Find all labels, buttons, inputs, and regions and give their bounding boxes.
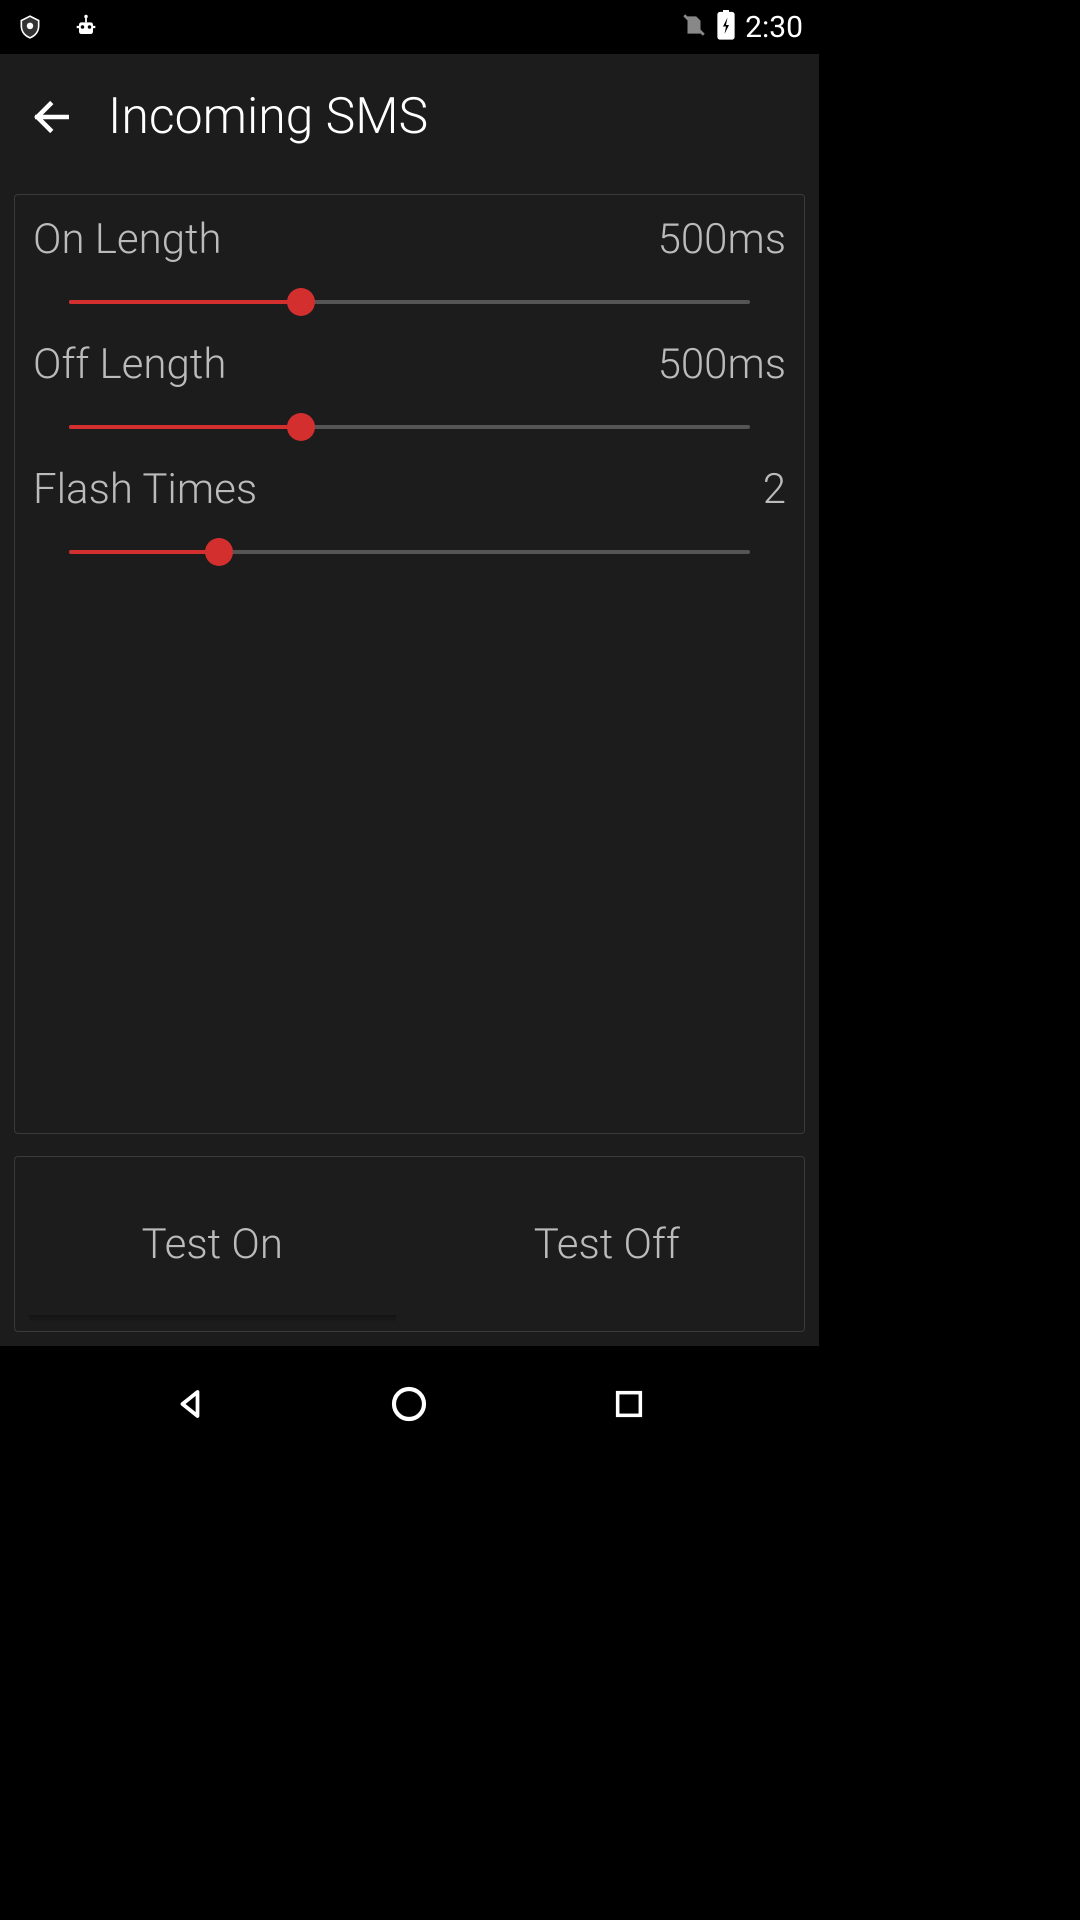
- shield-icon: [16, 13, 44, 41]
- flash-times-slider[interactable]: [33, 532, 786, 572]
- test-buttons-card: Test On Test Off: [14, 1156, 805, 1332]
- square-recent-icon: [612, 1387, 646, 1421]
- settings-card: On Length 500ms Off Length 500ms: [14, 194, 805, 1134]
- flash-times-value: 2: [763, 465, 786, 514]
- navigation-bar: [0, 1352, 819, 1456]
- app-bar: Incoming SMS: [0, 54, 819, 180]
- on-length-row: On Length 500ms: [33, 215, 786, 322]
- test-on-button[interactable]: Test On: [15, 1157, 410, 1331]
- off-length-label: Off Length: [33, 340, 226, 389]
- status-bar: 2:30: [0, 0, 819, 54]
- off-length-slider[interactable]: [33, 407, 786, 447]
- test-off-button[interactable]: Test Off: [410, 1157, 805, 1331]
- page-title: Incoming SMS: [108, 88, 428, 146]
- off-length-row: Off Length 500ms: [33, 340, 786, 447]
- triangle-back-icon: [172, 1386, 208, 1422]
- status-left-icons: [16, 13, 100, 41]
- off-length-header: Off Length 500ms: [33, 340, 786, 389]
- off-length-value: 500ms: [658, 340, 786, 389]
- on-length-value: 500ms: [658, 215, 786, 264]
- flash-times-label: Flash Times: [33, 465, 257, 514]
- nav-home-button[interactable]: [379, 1374, 439, 1434]
- battery-charging-icon: [717, 10, 735, 44]
- arrow-left-icon: [30, 95, 74, 139]
- status-right-icons: 2:30: [681, 10, 803, 45]
- nav-recent-button[interactable]: [599, 1374, 659, 1434]
- content-area: On Length 500ms Off Length 500ms: [0, 180, 819, 1346]
- back-button[interactable]: [28, 93, 76, 141]
- on-length-header: On Length 500ms: [33, 215, 786, 264]
- nav-back-button[interactable]: [160, 1374, 220, 1434]
- on-length-label: On Length: [33, 215, 222, 264]
- robot-icon: [72, 13, 100, 41]
- no-sim-icon: [681, 11, 707, 43]
- on-length-slider[interactable]: [33, 282, 786, 322]
- flash-times-header: Flash Times 2: [33, 465, 786, 514]
- clock-time: 2:30: [745, 10, 803, 45]
- flash-times-row: Flash Times 2: [33, 465, 786, 572]
- circle-home-icon: [389, 1384, 429, 1424]
